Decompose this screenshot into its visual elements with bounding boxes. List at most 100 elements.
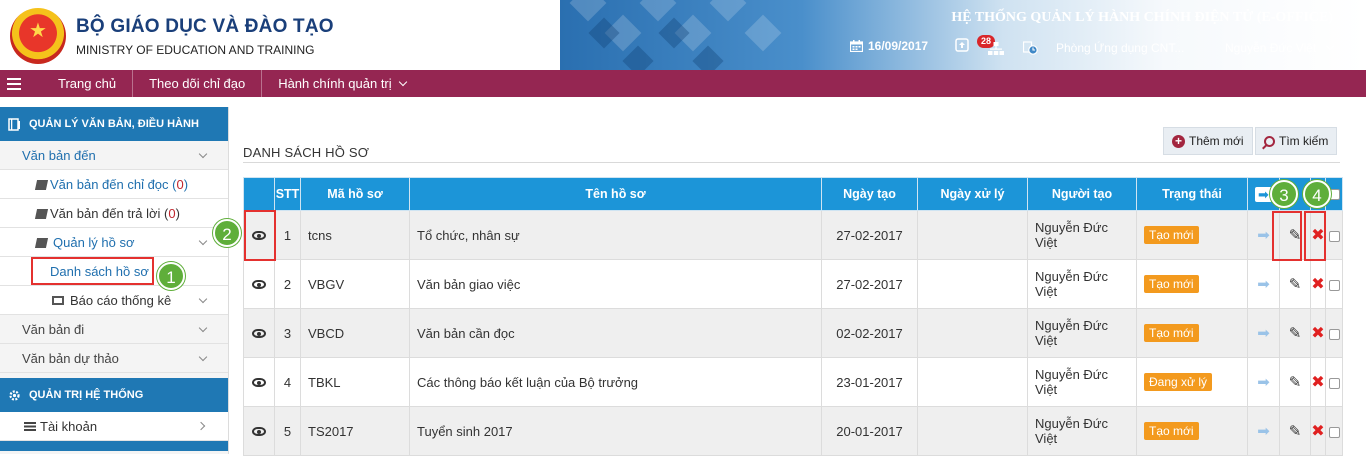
forward-arrow-icon[interactable]: ➡ — [1257, 227, 1270, 244]
delete-icon[interactable]: ✖ — [1311, 276, 1324, 293]
select-cell[interactable] — [1325, 357, 1343, 407]
menu-icon[interactable] — [0, 70, 28, 97]
creator-cell: Nguyễn Đức Việt — [1027, 406, 1137, 456]
user-menu[interactable]: Nguyễn Đức Việt — [1225, 41, 1334, 55]
delete-cell[interactable]: ✖ — [1310, 357, 1326, 407]
search-button[interactable]: Tìm kiếm — [1255, 127, 1338, 155]
delete-icon[interactable]: ✖ — [1311, 325, 1324, 342]
report-icon — [52, 296, 64, 305]
sidebar-item-label: Văn bản đến trả lời ( — [50, 206, 169, 221]
row-checkbox[interactable] — [1328, 377, 1340, 389]
sidebar-item-outgoing[interactable]: Văn bản đi — [0, 315, 228, 344]
forward-cell[interactable]: ➡ — [1247, 357, 1280, 407]
forward-cell[interactable]: ➡ — [1247, 308, 1280, 358]
edit-icon[interactable]: ✎ — [1289, 276, 1302, 293]
nav-follow-directives[interactable]: Theo dõi chỉ đạo — [132, 70, 261, 97]
nav-admin-label: Hành chính quản trị — [278, 76, 392, 91]
sidebar-item-label: Báo cáo thống kê — [70, 293, 172, 308]
created-date-cell: 20-01-2017 — [821, 406, 918, 456]
forward-arrow-icon[interactable]: ➡ — [1257, 423, 1270, 440]
table-row: 4 TBKL Các thông báo kết luận của Bộ trư… — [243, 357, 1343, 407]
col-name: Tên hồ sơ — [409, 177, 822, 211]
divider — [243, 162, 1340, 163]
forward-arrow-icon[interactable]: ➡ — [1257, 276, 1270, 293]
forward-cell[interactable]: ➡ — [1247, 259, 1280, 309]
header-department[interactable]: Phòng Ứng dụng CNT... — [1056, 41, 1184, 55]
table-row: 5 TS2017 Tuyển sinh 2017 20-01-2017 Nguy… — [243, 406, 1343, 456]
forward-cell[interactable]: ➡ — [1247, 406, 1280, 456]
sidebar-item-label: Văn bản đến chỉ đọc ( — [50, 177, 177, 192]
system-title: HỆ THỐNG QUẢN LÝ HÀNH CHÍNH ĐIỆN TỬ (E-O… — [951, 10, 1333, 25]
sidebar-item-incoming-reply[interactable]: Văn bản đến trả lời (0) — [0, 199, 228, 228]
edit-icon[interactable]: ✎ — [1289, 374, 1302, 391]
edit-cell[interactable]: ✎ — [1279, 357, 1311, 407]
edit-icon[interactable]: ✎ — [1289, 325, 1302, 342]
highlight-view-icon — [244, 210, 276, 261]
view-cell[interactable] — [243, 357, 275, 407]
nav-admin[interactable]: Hành chính quản trị — [261, 70, 421, 97]
forward-arrow-icon[interactable]: ➡ — [1257, 374, 1270, 391]
select-cell[interactable] — [1325, 210, 1343, 260]
row-checkbox[interactable] — [1328, 426, 1340, 438]
status-cell: Tạo mới — [1136, 308, 1248, 358]
view-icon[interactable] — [252, 328, 266, 338]
row-checkbox[interactable] — [1328, 230, 1340, 242]
edit-cell[interactable]: ✎ — [1279, 406, 1311, 456]
row-checkbox[interactable] — [1328, 328, 1340, 340]
highlight-delete-icon — [1304, 211, 1326, 261]
sidebar-item-label: Văn bản dự thảo — [22, 351, 119, 366]
org-chart-icon[interactable] — [988, 42, 1004, 56]
sidebar-item-label: Tài khoản — [40, 419, 98, 434]
org-name-en: MINISTRY OF EDUCATION AND TRAINING — [76, 43, 315, 57]
name-cell: Văn bản cần đọc — [409, 308, 822, 358]
select-cell[interactable] — [1325, 259, 1343, 309]
view-icon[interactable] — [252, 377, 266, 387]
sidebar-item-records-management[interactable]: Quản lý hồ sơ — [0, 228, 228, 257]
processed-date-cell — [917, 406, 1028, 456]
count-badge: 0 — [176, 177, 184, 192]
delete-icon[interactable]: ✖ — [1311, 423, 1324, 440]
view-cell[interactable] — [243, 308, 275, 358]
delete-icon[interactable]: ✖ — [1311, 374, 1324, 391]
chevron-down-icon — [198, 294, 208, 304]
select-cell[interactable] — [1325, 308, 1343, 358]
table-header-row: STT Mã hồ sơ Tên hồ sơ Ngày tạo Ngày xử … — [243, 177, 1343, 211]
stt-cell: 2 — [274, 259, 301, 309]
row-checkbox[interactable] — [1328, 279, 1340, 291]
sidebar-item-accounts[interactable]: Tài khoản — [0, 412, 228, 441]
header-tiles-decoration — [569, 0, 782, 70]
processed-date-cell — [917, 308, 1028, 358]
chevron-down-icon — [198, 323, 208, 333]
sidebar-item-drafts[interactable]: Văn bản dự thảo — [0, 344, 228, 373]
sidebar-item-reports[interactable]: Báo cáo thống kê — [0, 286, 228, 315]
code-cell: TBKL — [300, 357, 410, 407]
forward-arrow-icon[interactable]: ➡ — [1257, 325, 1270, 342]
sidebar-item-incoming[interactable]: Văn bản đến — [0, 141, 228, 170]
view-icon[interactable] — [252, 426, 266, 436]
select-cell[interactable] — [1325, 406, 1343, 456]
view-cell[interactable] — [243, 259, 275, 309]
sidebar-section1-title: QUẢN LÝ VĂN BẢN, ĐIỀU HÀNH — [29, 118, 199, 130]
edit-cell[interactable]: ✎ — [1279, 308, 1311, 358]
sidebar-section-document-management[interactable]: QUẢN LÝ VĂN BẢN, ĐIỀU HÀNH — [0, 107, 228, 141]
delete-cell[interactable]: ✖ — [1310, 259, 1326, 309]
close-paren: ) — [183, 177, 189, 192]
view-icon[interactable] — [252, 279, 266, 289]
edit-icon[interactable]: ✎ — [1289, 423, 1302, 440]
inbox-icon[interactable] — [955, 38, 969, 52]
clock-icon[interactable] — [1023, 41, 1038, 55]
delete-cell[interactable]: ✖ — [1310, 308, 1326, 358]
stt-cell: 3 — [274, 308, 301, 358]
creator-cell: Nguyễn Đức Việt — [1027, 308, 1137, 358]
delete-cell[interactable]: ✖ — [1310, 406, 1326, 456]
list-icon — [24, 422, 36, 431]
sidebar-item-incoming-readonly[interactable]: Văn bản đến chỉ đọc (0) — [0, 170, 228, 199]
edit-cell[interactable]: ✎ — [1279, 259, 1311, 309]
highlight-records-list — [31, 257, 154, 285]
processed-date-cell — [917, 259, 1028, 309]
sidebar-section-system-admin[interactable]: QUẢN TRỊ HỆ THỐNG — [0, 378, 228, 412]
add-record-button[interactable]: + Thêm mới — [1163, 127, 1253, 155]
chevron-down-icon — [398, 77, 407, 87]
nav-home[interactable]: Trang chủ — [28, 70, 132, 97]
view-cell[interactable] — [243, 406, 275, 456]
